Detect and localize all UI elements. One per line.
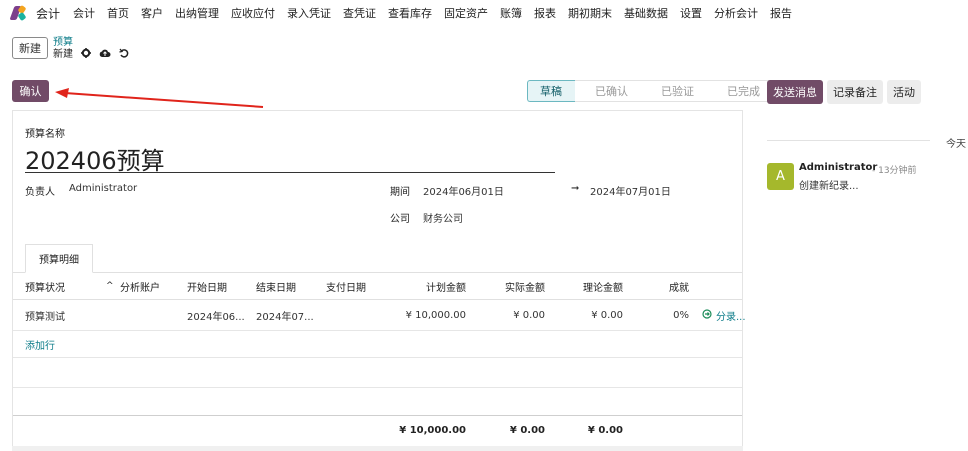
period-end-field[interactable]: 2024年07月01日 bbox=[590, 183, 671, 198]
top-navbar: 会计 会计 首页 客户 出纳管理 应收应付 录入凭证 查凭证 查看库存 固定资产… bbox=[0, 0, 968, 26]
main-menu: 会计 首页 客户 出纳管理 应收应付 录入凭证 查凭证 查看库存 固定资产 账簿… bbox=[73, 5, 804, 21]
cell-budget-status: 预算测试 bbox=[25, 311, 65, 323]
menu-item-period[interactable]: 期初期末 bbox=[568, 5, 612, 21]
total-actual-amount: ¥ 0.00 bbox=[509, 424, 545, 436]
menu-item-fixed-assets[interactable]: 固定资产 bbox=[444, 5, 488, 21]
app-title[interactable]: 会计 bbox=[36, 5, 60, 22]
table-row[interactable]: 预算测试 2024年06... 2024年07... ¥ 10,000.00 ¥… bbox=[13, 300, 746, 331]
menu-item-enter-voucher[interactable]: 录入凭证 bbox=[287, 5, 331, 21]
activity-button[interactable]: 活动 bbox=[887, 80, 921, 104]
send-message-button[interactable]: 发送消息 bbox=[767, 80, 823, 104]
cell-end-date: 2024年07... bbox=[256, 311, 314, 323]
sort-ascending-icon[interactable]: ^ bbox=[106, 273, 114, 299]
column-payment-date[interactable]: 支付日期 bbox=[326, 273, 366, 299]
breadcrumb-parent-link[interactable]: 预算 bbox=[53, 37, 73, 48]
column-analytic-account[interactable]: 分析账户 bbox=[120, 273, 160, 299]
menu-item-receivable-payable[interactable]: 应收应付 bbox=[231, 5, 275, 21]
horizontal-scrollbar[interactable] bbox=[12, 446, 743, 451]
table-header: 预算状况 ^ 分析账户 开始日期 结束日期 支付日期 计划金额 实际金额 理论金… bbox=[13, 272, 742, 300]
annotation-arrow-icon bbox=[55, 88, 264, 108]
company-field[interactable]: 财务公司 bbox=[423, 210, 463, 225]
log-note-button[interactable]: 记录备注 bbox=[827, 80, 883, 104]
period-start-field[interactable]: 2024年06月01日 bbox=[423, 183, 504, 198]
app-logo-icon[interactable] bbox=[9, 4, 29, 22]
status-bar: 草稿 已确认 已验证 已完成 bbox=[527, 80, 775, 102]
arrow-right-icon: ➞ bbox=[571, 183, 580, 194]
company-label: 公司 bbox=[390, 214, 410, 225]
avatar[interactable]: A bbox=[767, 163, 794, 190]
menu-item-accounting[interactable]: 会计 bbox=[73, 5, 95, 21]
menu-item-ledger[interactable]: 账簿 bbox=[500, 5, 522, 21]
add-line-button[interactable]: 添加行 bbox=[25, 331, 55, 357]
breadcrumb: 预算 新建 bbox=[53, 37, 73, 60]
budget-name-input[interactable]: 202406预算 bbox=[25, 141, 165, 176]
menu-item-analytic[interactable]: 分析会计 bbox=[714, 5, 758, 21]
cell-planned-amount: ¥ 10,000.00 bbox=[405, 309, 466, 321]
empty-row bbox=[13, 388, 742, 416]
confirm-button[interactable]: 确认 bbox=[12, 80, 49, 102]
menu-item-query-voucher[interactable]: 查凭证 bbox=[343, 5, 376, 21]
breadcrumb-current: 新建 bbox=[53, 49, 73, 60]
menu-item-settings[interactable]: 设置 bbox=[680, 5, 702, 21]
chatter-topbar: 发送消息 记录备注 活动 bbox=[767, 80, 921, 104]
stage-done[interactable]: 已完成 bbox=[707, 80, 775, 102]
stage-draft[interactable]: 草稿 bbox=[527, 80, 576, 102]
budget-name-label: 预算名称 bbox=[25, 129, 65, 140]
stage-validated[interactable]: 已验证 bbox=[641, 80, 708, 102]
menu-item-report[interactable]: 报告 bbox=[770, 5, 792, 21]
new-button[interactable]: 新建 bbox=[12, 37, 48, 59]
entries-link[interactable]: 分录... bbox=[702, 300, 746, 330]
message-body: 创建新纪录... bbox=[799, 181, 859, 192]
budget-lines-table: 预算状况 ^ 分析账户 开始日期 结束日期 支付日期 计划金额 实际金额 理论金… bbox=[13, 272, 746, 444]
entries-link-label: 分录... bbox=[716, 311, 746, 323]
cell-actual-amount: ¥ 0.00 bbox=[513, 309, 545, 321]
discard-undo-icon[interactable] bbox=[119, 48, 129, 61]
column-actual-amount[interactable]: 实际金额 bbox=[473, 273, 545, 299]
stage-confirmed[interactable]: 已确认 bbox=[575, 80, 642, 102]
column-end-date[interactable]: 结束日期 bbox=[256, 273, 296, 299]
period-label: 期间 bbox=[390, 187, 410, 198]
menu-item-customers[interactable]: 客户 bbox=[141, 5, 163, 21]
budget-name-underline bbox=[25, 172, 555, 173]
record-actions bbox=[81, 48, 129, 61]
menu-item-home[interactable]: 首页 bbox=[107, 5, 129, 21]
date-divider bbox=[767, 140, 930, 141]
cell-theoretical-amount: ¥ 0.00 bbox=[591, 309, 623, 321]
column-start-date[interactable]: 开始日期 bbox=[187, 273, 227, 299]
cell-achievement: 0% bbox=[673, 309, 689, 321]
column-budget-status[interactable]: 预算状况 bbox=[25, 273, 65, 299]
form-sheet: 预算名称 202406预算 负责人 Administrator 期间 2024年… bbox=[12, 110, 746, 451]
message-author[interactable]: Administrator bbox=[799, 162, 877, 173]
column-planned-amount[interactable]: 计划金额 bbox=[393, 273, 466, 299]
table-footer-totals: ¥ 10,000.00 ¥ 0.00 ¥ 0.00 bbox=[13, 416, 742, 444]
menu-item-reports[interactable]: 报表 bbox=[534, 5, 556, 21]
owner-label: 负责人 bbox=[25, 187, 55, 198]
tab-budget-lines[interactable]: 预算明细 bbox=[25, 244, 93, 273]
add-line-row: 添加行 bbox=[13, 331, 742, 358]
menu-item-cashier[interactable]: 出纳管理 bbox=[175, 5, 219, 21]
owner-field[interactable]: Administrator bbox=[69, 183, 137, 194]
cloud-save-icon[interactable] bbox=[99, 48, 111, 61]
menu-item-master-data[interactable]: 基础数据 bbox=[624, 5, 668, 21]
gear-icon[interactable] bbox=[81, 48, 91, 61]
message-timestamp: - 13分钟前 bbox=[872, 166, 917, 176]
total-planned-amount: ¥ 10,000.00 bbox=[399, 424, 466, 436]
column-achievement[interactable]: 成就 bbox=[653, 273, 689, 299]
menu-item-inventory[interactable]: 查看库存 bbox=[388, 5, 432, 21]
total-theoretical-amount: ¥ 0.00 bbox=[587, 424, 623, 436]
arrow-circle-right-icon bbox=[702, 308, 712, 322]
empty-row bbox=[13, 358, 742, 388]
date-divider-label: 今天 bbox=[946, 139, 966, 150]
column-theoretical-amount[interactable]: 理论金额 bbox=[553, 273, 623, 299]
cell-start-date: 2024年06... bbox=[187, 311, 245, 323]
